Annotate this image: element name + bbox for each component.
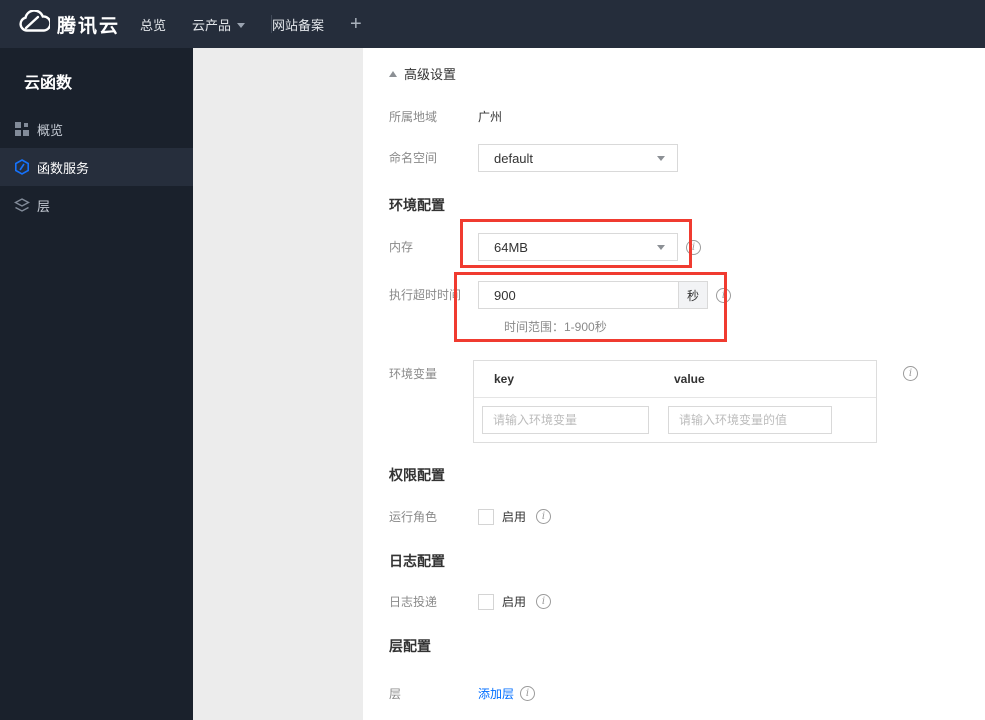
run-role-info-icon[interactable]: i xyxy=(536,509,552,524)
log-delivery-row: 日志投递 启用 i xyxy=(389,593,552,610)
log-config-section-title: 日志配置 xyxy=(389,553,445,569)
sidebar-item-function-service[interactable]: 函数服务 xyxy=(0,148,193,186)
region-value: 广州 xyxy=(478,110,503,124)
log-delivery-checkbox-label: 启用 xyxy=(502,595,527,609)
sidebar-item-overview[interactable]: 概览 xyxy=(0,110,193,148)
timeout-input-group: 秒 xyxy=(478,281,708,309)
nav-overview[interactable]: 总览 xyxy=(140,15,166,34)
tencent-cloud-icon xyxy=(16,9,52,38)
namespace-select[interactable]: default xyxy=(478,144,678,172)
region-label: 所属地域 xyxy=(389,110,438,124)
layer-label: 层 xyxy=(389,687,402,701)
memory-select[interactable]: 64MB xyxy=(478,233,678,261)
env-vars-table: key value xyxy=(473,360,877,443)
env-var-value-input[interactable] xyxy=(668,406,832,434)
timeout-input[interactable] xyxy=(479,282,678,308)
nav-cloud-products[interactable]: 云产品 xyxy=(192,15,246,34)
env-vars-col-key: key xyxy=(494,372,515,386)
namespace-selected-value: default xyxy=(494,150,534,166)
sidebar-item-layers[interactable]: 层 xyxy=(0,186,193,224)
namespace-row: 命名空间 default xyxy=(389,144,678,172)
topbar: 腾讯云 总览 云产品 网站备案 + xyxy=(0,0,985,48)
layers-icon xyxy=(14,197,30,213)
advanced-settings-label: 高级设置 xyxy=(404,67,457,82)
chevron-down-icon xyxy=(657,155,665,161)
function-icon xyxy=(14,159,30,175)
run-role-label: 运行角色 xyxy=(389,510,438,524)
env-vars-label: 环境变量 xyxy=(389,367,438,381)
sidebar-menu: 概览 函数服务 层 xyxy=(0,110,193,224)
log-delivery-checkbox[interactable] xyxy=(478,593,494,610)
timeout-info-icon[interactable]: i xyxy=(716,287,731,303)
sidebar-item-label: 层 xyxy=(37,198,51,214)
run-role-checkbox-label: 启用 xyxy=(502,510,527,524)
perm-config-section-title: 权限配置 xyxy=(389,467,445,483)
layer-config-section-title: 层配置 xyxy=(389,638,431,654)
add-layer-info-icon[interactable]: i xyxy=(520,686,536,701)
brand-logo[interactable]: 腾讯云 xyxy=(16,9,121,38)
run-role-row: 运行角色 启用 i xyxy=(389,508,552,525)
env-vars-table-header: key value xyxy=(474,361,876,398)
add-tab-button[interactable]: + xyxy=(350,13,362,36)
timeout-row: 执行超时时间 秒 i xyxy=(389,281,731,309)
secondary-panel xyxy=(193,48,363,720)
chevron-down-icon xyxy=(657,244,665,250)
log-delivery-info-icon[interactable]: i xyxy=(536,594,552,609)
memory-selected-value: 64MB xyxy=(494,239,528,255)
sidebar-item-label: 函数服务 xyxy=(37,160,90,176)
timeout-unit: 秒 xyxy=(678,282,707,308)
grid-icon xyxy=(14,121,30,137)
timeout-range-hint: 时间范围：1-900秒 xyxy=(504,320,607,334)
sidebar: 云函数 概览 函数服务 层 xyxy=(0,48,193,720)
brand-name: 腾讯云 xyxy=(57,15,121,37)
layer-row: 层 添加层 i xyxy=(389,685,536,702)
env-vars-row: 环境变量 key value i xyxy=(389,360,918,443)
chevron-down-icon xyxy=(237,22,246,28)
env-vars-input-row xyxy=(474,398,876,442)
memory-label: 内存 xyxy=(389,240,414,254)
top-navigation: 总览 云产品 网站备案 + xyxy=(140,0,362,48)
env-vars-col-value: value xyxy=(674,372,705,386)
main-content: 高级设置 所属地域 广州 命名空间 default 环境配置 内存 64MB i… xyxy=(363,48,985,720)
nav-icp-filing[interactable]: 网站备案 xyxy=(272,15,324,34)
collapse-up-icon xyxy=(389,70,397,77)
env-config-section-title: 环境配置 xyxy=(389,197,445,213)
run-role-checkbox[interactable] xyxy=(478,508,494,525)
sidebar-title: 云函数 xyxy=(24,75,73,92)
env-vars-info-icon[interactable]: i xyxy=(903,366,918,381)
sidebar-item-label: 概览 xyxy=(37,122,64,138)
timeout-label: 执行超时时间 xyxy=(389,288,462,302)
add-layer-link[interactable]: 添加层 xyxy=(478,685,514,702)
env-var-key-input[interactable] xyxy=(482,406,649,434)
memory-info-icon[interactable]: i xyxy=(686,239,701,255)
memory-row: 内存 64MB i xyxy=(389,233,701,261)
namespace-label: 命名空间 xyxy=(389,151,438,165)
region-row: 所属地域 广州 xyxy=(389,108,502,125)
advanced-settings-toggle[interactable]: 高级设置 xyxy=(389,64,456,83)
nav-cloud-products-label: 云产品 xyxy=(192,17,232,33)
log-delivery-label: 日志投递 xyxy=(389,595,438,609)
